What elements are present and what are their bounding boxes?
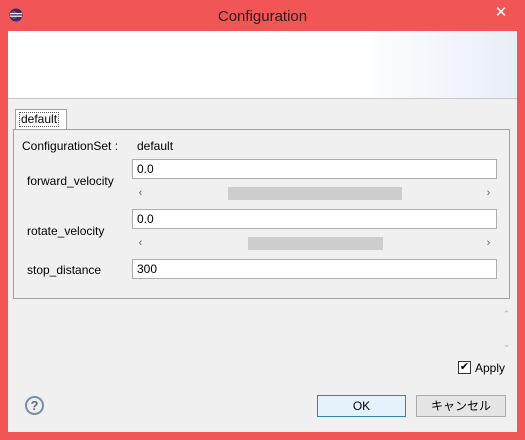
close-icon: ✕: [494, 4, 508, 21]
apply-label[interactable]: Apply: [475, 361, 505, 375]
rotate-velocity-label: rotate_velocity: [27, 224, 105, 238]
scroll-right-icon[interactable]: ›: [480, 184, 497, 201]
help-icon[interactable]: ?: [25, 396, 44, 415]
close-button[interactable]: ✕: [485, 1, 517, 23]
title-bar[interactable]: Configuration ✕: [0, 0, 525, 31]
configuration-dialog: Configuration ✕ default ConfigurationSet…: [0, 0, 525, 440]
tab-default[interactable]: default: [15, 109, 67, 129]
tab-default-label: default: [19, 112, 60, 127]
rotate-velocity-slider[interactable]: ‹ ›: [132, 234, 497, 251]
stop-distance-input[interactable]: 300: [132, 259, 497, 279]
slider-thumb[interactable]: [228, 187, 402, 200]
dialog-client-area: default ConfigurationSet : default forwa…: [8, 31, 517, 432]
stop-distance-label: stop_distance: [27, 263, 102, 277]
panel-vertical-scrollbar[interactable]: ⌃ ⌄: [498, 303, 515, 355]
scroll-right-icon[interactable]: ›: [480, 234, 497, 251]
ok-button[interactable]: OK: [317, 395, 406, 417]
banner-separator: [8, 98, 517, 99]
configuration-set-label: ConfigurationSet :: [22, 139, 119, 153]
scroll-up-icon[interactable]: ⌃: [498, 307, 515, 321]
configuration-set-value: default: [137, 139, 174, 153]
forward-velocity-input[interactable]: 0.0: [132, 159, 497, 179]
slider-thumb[interactable]: [248, 237, 383, 250]
checkmark-icon: ✔: [459, 361, 470, 373]
rotate-velocity-input[interactable]: 0.0: [132, 209, 497, 229]
forward-velocity-label: forward_velocity: [27, 174, 114, 188]
forward-velocity-slider[interactable]: ‹ ›: [132, 184, 497, 201]
scroll-left-icon[interactable]: ‹: [132, 234, 149, 251]
scroll-left-icon[interactable]: ‹: [132, 184, 149, 201]
help-glyph: ?: [30, 398, 39, 413]
cancel-button[interactable]: キャンセル: [416, 395, 506, 417]
scroll-down-icon[interactable]: ⌄: [498, 337, 515, 351]
header-banner: [8, 31, 517, 98]
window-title: Configuration: [217, 8, 308, 25]
banner-gradient: [357, 31, 517, 98]
apply-checkbox[interactable]: ✔: [458, 361, 471, 374]
